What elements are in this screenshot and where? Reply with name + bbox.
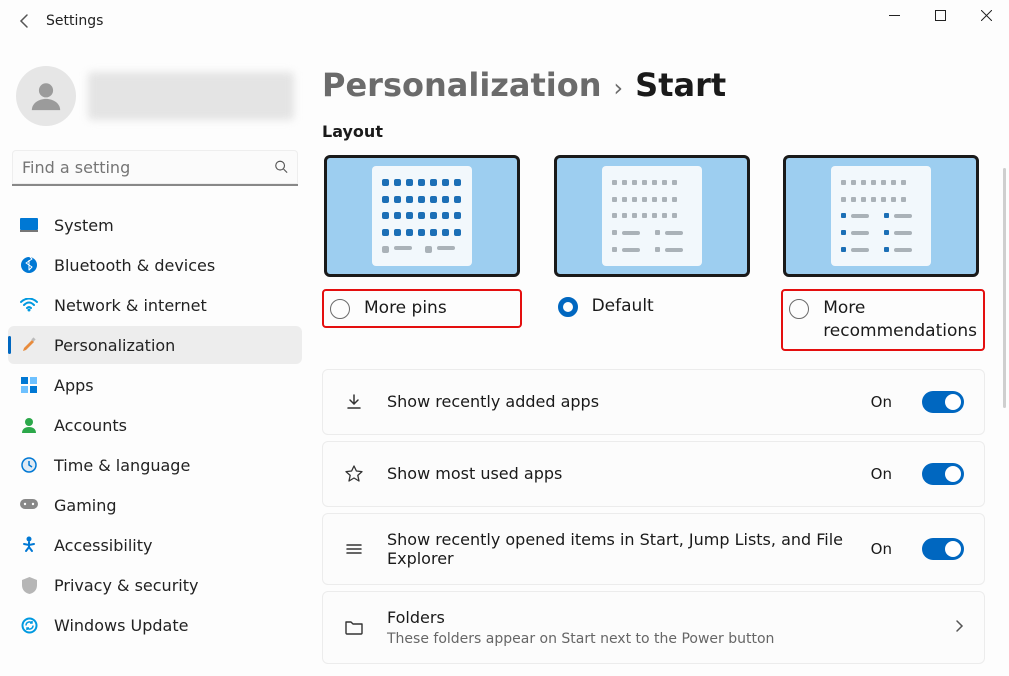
radio-more-pins[interactable]: More pins xyxy=(322,289,522,328)
account-name-redacted xyxy=(88,72,294,120)
breadcrumb-current: Start xyxy=(635,66,726,104)
nav-label: Time & language xyxy=(54,456,190,475)
nav-personalization[interactable]: Personalization xyxy=(8,326,302,364)
nav-label: Apps xyxy=(54,376,94,395)
apps-icon xyxy=(20,376,38,394)
search-box[interactable] xyxy=(12,150,298,186)
nav-network[interactable]: Network & internet xyxy=(8,286,302,324)
update-icon xyxy=(20,616,38,634)
nav-label: Accounts xyxy=(54,416,127,435)
main-content: Personalization › Start Layout xyxy=(310,50,1009,676)
nav-label: Personalization xyxy=(54,336,175,355)
list-icon xyxy=(343,538,365,560)
nav-time-language[interactable]: Time & language xyxy=(8,446,302,484)
setting-recently-added-apps[interactable]: Show recently added apps On xyxy=(322,369,985,435)
breadcrumb-parent[interactable]: Personalization xyxy=(322,66,602,104)
radio-default[interactable]: Default xyxy=(552,289,752,324)
layout-option-more-pins[interactable]: More pins xyxy=(322,155,522,351)
maximize-button[interactable] xyxy=(917,0,963,30)
titlebar: Settings xyxy=(0,0,1009,50)
nav-label: Windows Update xyxy=(54,616,188,635)
setting-title: Show recently added apps xyxy=(387,392,849,411)
breadcrumb-separator: › xyxy=(614,74,624,102)
layout-option-more-recommendations[interactable]: More recommendations xyxy=(781,155,985,351)
account-profile[interactable] xyxy=(8,58,302,134)
person-icon xyxy=(20,416,38,434)
star-icon xyxy=(343,463,365,485)
download-icon xyxy=(343,391,365,413)
nav-list: System Bluetooth & devices Network & int… xyxy=(8,206,302,644)
toggle-switch[interactable] xyxy=(922,463,964,485)
nav-accessibility[interactable]: Accessibility xyxy=(8,526,302,564)
setting-recently-opened-items[interactable]: Show recently opened items in Start, Jum… xyxy=(322,513,985,585)
setting-title: Folders xyxy=(387,608,926,627)
section-layout-title: Layout xyxy=(322,122,985,141)
minimize-button[interactable] xyxy=(871,0,917,30)
nav-windows-update[interactable]: Windows Update xyxy=(8,606,302,644)
toggle-state: On xyxy=(871,540,892,558)
sidebar: System Bluetooth & devices Network & int… xyxy=(0,50,310,676)
radio-label: Default xyxy=(592,295,654,318)
nav-accounts[interactable]: Accounts xyxy=(8,406,302,444)
breadcrumb: Personalization › Start xyxy=(322,66,985,104)
search-icon xyxy=(274,159,288,178)
nav-system[interactable]: System xyxy=(8,206,302,244)
search-input[interactable] xyxy=(12,150,298,186)
nav-label: Gaming xyxy=(54,496,117,515)
avatar xyxy=(16,66,76,126)
globe-clock-icon xyxy=(20,456,38,474)
nav-gaming[interactable]: Gaming xyxy=(8,486,302,524)
toggle-switch[interactable] xyxy=(922,391,964,413)
layout-options: More pins xyxy=(322,155,985,351)
system-icon xyxy=(20,216,38,234)
chevron-right-icon xyxy=(954,618,964,637)
scrollbar[interactable] xyxy=(1003,168,1006,408)
nav-label: Accessibility xyxy=(54,536,152,555)
nav-label: Network & internet xyxy=(54,296,207,315)
setting-subtitle: These folders appear on Start next to th… xyxy=(387,631,926,647)
back-button[interactable] xyxy=(16,12,34,30)
radio-icon xyxy=(558,297,578,317)
toggle-switch[interactable] xyxy=(922,538,964,560)
toggle-state: On xyxy=(871,465,892,483)
layout-thumb-more-recommendations xyxy=(783,155,979,277)
nav-label: Bluetooth & devices xyxy=(54,256,215,275)
paintbrush-icon xyxy=(20,336,38,354)
accessibility-icon xyxy=(20,536,38,554)
nav-label: Privacy & security xyxy=(54,576,198,595)
setting-title: Show recently opened items in Start, Jum… xyxy=(387,530,849,568)
setting-title: Show most used apps xyxy=(387,464,849,483)
radio-icon xyxy=(789,299,809,319)
wifi-icon xyxy=(20,296,38,314)
layout-thumb-default xyxy=(554,155,750,277)
shield-icon xyxy=(20,576,38,594)
setting-most-used-apps[interactable]: Show most used apps On xyxy=(322,441,985,507)
bluetooth-icon xyxy=(20,256,38,274)
app-title: Settings xyxy=(46,13,103,29)
radio-more-recommendations[interactable]: More recommendations xyxy=(781,289,985,351)
radio-icon xyxy=(330,299,350,319)
nav-apps[interactable]: Apps xyxy=(8,366,302,404)
nav-bluetooth[interactable]: Bluetooth & devices xyxy=(8,246,302,284)
nav-label: System xyxy=(54,216,114,235)
radio-label: More pins xyxy=(364,297,447,320)
nav-privacy[interactable]: Privacy & security xyxy=(8,566,302,604)
radio-label: More recommendations xyxy=(823,297,977,343)
toggle-state: On xyxy=(871,393,892,411)
close-button[interactable] xyxy=(963,0,1009,30)
gamepad-icon xyxy=(20,496,38,514)
setting-folders[interactable]: Folders These folders appear on Start ne… xyxy=(322,591,985,664)
layout-option-default[interactable]: Default xyxy=(552,155,752,351)
settings-list: Show recently added apps On Show most us… xyxy=(322,369,985,664)
layout-thumb-more-pins xyxy=(324,155,520,277)
folder-icon xyxy=(343,616,365,638)
